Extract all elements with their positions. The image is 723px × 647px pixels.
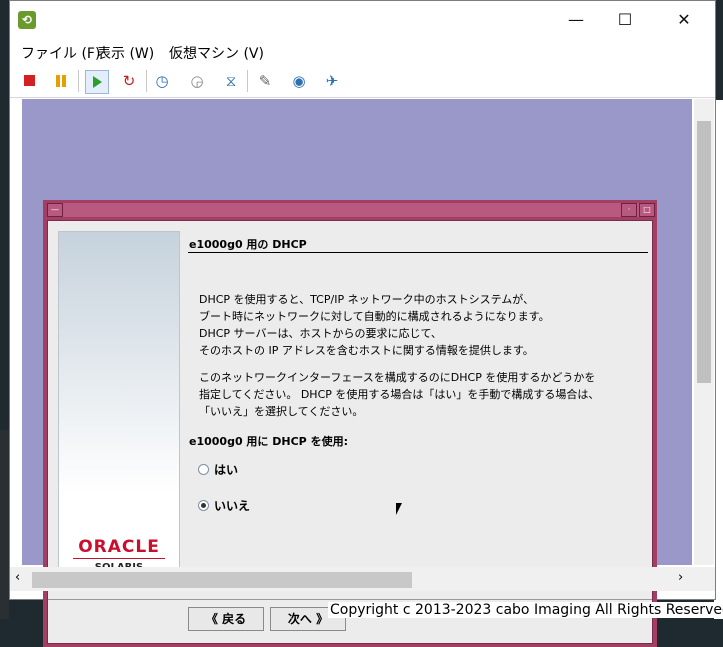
reset-icon[interactable]: ↻ [118, 70, 140, 92]
revert-snapshot-icon[interactable]: ◶ [186, 70, 208, 92]
vsphere-console-window: ⟲ — ☐ ✕ ファイル (F) 表示 (W) 仮想マシン (V) ↻ ◷ ◶ … [9, 0, 716, 647]
page-title: e1000g0 用の DHCP [189, 238, 307, 251]
oracle-logo: ORACLE [78, 537, 160, 557]
snapshot-manager-icon[interactable]: ⧖ [220, 70, 242, 92]
menu-vm[interactable]: 仮想マシン (V) [169, 43, 264, 63]
minimize-button[interactable]: — [553, 1, 599, 39]
scroll-left-icon[interactable]: ‹ [15, 570, 20, 585]
edit-settings-icon[interactable]: ✎ [254, 70, 276, 92]
radio-no-label[interactable]: いいえ [214, 497, 250, 514]
vsphere-app-icon: ⟲ [18, 11, 36, 29]
button-divider [48, 599, 652, 600]
dialog-menu-icon[interactable]: — [47, 203, 63, 217]
logo-divider [73, 558, 165, 559]
title-divider [188, 252, 648, 253]
stop-icon[interactable] [18, 70, 40, 92]
play-icon[interactable] [85, 70, 109, 94]
side-panel: ORACLE SOLARIS [58, 231, 180, 583]
vm-console-area[interactable]: — · □ ORACLE SOLARIS e1000g0 用の DHCP DHC… [22, 99, 692, 647]
close-button[interactable]: ✕ [661, 1, 707, 39]
snapshot-icon[interactable]: ◷ [151, 70, 173, 92]
cd-dvd-icon[interactable]: ◉ [288, 70, 310, 92]
dialog-maximize-icon[interactable]: □ [639, 203, 655, 217]
mouse-cursor-icon [396, 503, 408, 515]
menu-view[interactable]: 表示 (W) [97, 43, 154, 63]
vertical-scroll-thumb[interactable] [697, 121, 711, 383]
radio-yes-label[interactable]: はい [214, 461, 238, 478]
scroll-right-icon[interactable]: › [678, 570, 683, 585]
pause-icon[interactable] [50, 70, 72, 92]
menu-file[interactable]: ファイル (F) [21, 43, 100, 63]
horizontal-scroll-thumb[interactable] [32, 572, 412, 588]
background-terminal [0, 430, 9, 619]
maximize-button[interactable]: ☐ [602, 1, 648, 39]
instruction-text: このネットワークインターフェースを構成するのにDHCP を使用するかどうかを 指… [199, 371, 600, 418]
toolbar: ↻ ◷ ◶ ⧖ ✎ ◉ ✈ [10, 65, 715, 98]
description-text: DHCP を使用すると、TCP/IP ネットワーク中のホストシステムが、 ブート… [199, 293, 550, 357]
radio-no[interactable] [198, 500, 209, 511]
copyright-text: Copyright c 2013-2023 cabo Imaging All R… [328, 602, 723, 618]
floppy-icon[interactable]: ✈ [321, 70, 343, 92]
dialog-minimize-icon[interactable]: · [621, 203, 637, 217]
dialog-title-bar [47, 203, 653, 217]
dhcp-question: e1000g0 用に DHCP を使用: [189, 435, 348, 448]
title-bar: ⟲ — ☐ ✕ [10, 1, 715, 39]
back-button[interactable]: 《 戻る [188, 607, 264, 631]
radio-yes[interactable] [198, 464, 209, 475]
menu-bar: ファイル (F) 表示 (W) 仮想マシン (V) [10, 39, 715, 65]
